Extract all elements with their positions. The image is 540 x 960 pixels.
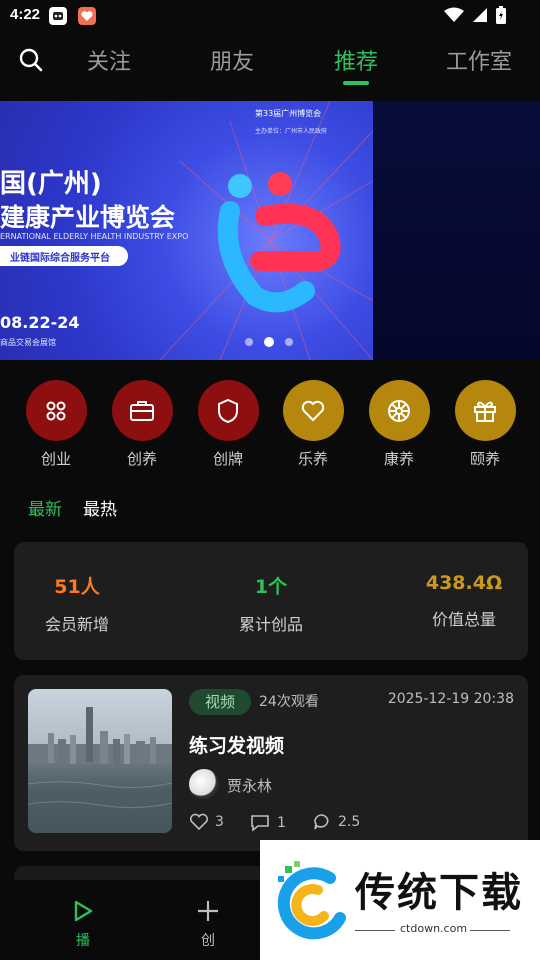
watermark-text: 传统下载 (355, 870, 523, 916)
category-label: 乐养 (297, 450, 328, 468)
heart-icon (301, 400, 325, 421)
banner-dot[interactable] (285, 338, 293, 346)
banner-headline-1: 国(广州) (0, 169, 102, 199)
tab-latest[interactable]: 最新 (28, 495, 62, 520)
video-title[interactable]: 练习发视频 (189, 731, 284, 758)
category-icon-bg (111, 380, 173, 441)
watermark-divider (470, 930, 510, 931)
category-label: 颐养 (469, 450, 500, 468)
comment-button[interactable]: 1 (249, 813, 286, 833)
bottom-nav-create[interactable]: 创 (188, 898, 228, 950)
watermark-url: ctdown.com (400, 922, 468, 935)
health-app-icon (78, 7, 96, 25)
flower-icon (388, 399, 410, 422)
active-tab-indicator (343, 81, 369, 85)
category-chuangye[interactable]: 创业 (25, 380, 87, 469)
like-button[interactable]: 3 (189, 813, 224, 831)
search-icon (19, 48, 43, 72)
category-icon-bg (454, 380, 516, 441)
city-skyline-image (28, 707, 172, 833)
tab-follow[interactable]: 关注 (87, 44, 131, 76)
battery-icon (496, 6, 506, 24)
share-count: 2.5 (338, 814, 361, 830)
search-button[interactable] (17, 46, 45, 74)
post-date: 2025-12-19 20:38 (387, 691, 514, 707)
wifi-icon (444, 7, 464, 22)
banner-sub-badge: 主办单位：广州市人民政府 (255, 128, 328, 135)
banner-badge: 第33届广州博览会 (255, 109, 322, 118)
bottom-nav-play[interactable]: 播 (63, 898, 103, 950)
status-time: 4:22 (10, 6, 41, 23)
view-count: 24次观看 (259, 694, 319, 710)
stat-total-products: 1个 累计创品 (201, 572, 341, 635)
status-indicators (444, 6, 506, 24)
stat-value: 1个 (254, 576, 288, 598)
banner-next-slide[interactable] (373, 101, 540, 360)
bottom-nav-label: 播 (76, 933, 90, 949)
watermark-logo-icon (277, 861, 346, 940)
category-icon-bg (368, 380, 430, 441)
banner-pill: 业链国际综合服务平台 (0, 246, 128, 266)
tab-hottest[interactable]: 最热 (83, 495, 117, 520)
comment-count: 1 (277, 815, 286, 831)
shield-icon (218, 398, 238, 423)
category-chuangyang[interactable]: 创养 (111, 380, 173, 469)
video-tag: 视频 (189, 689, 251, 715)
plus-icon (198, 901, 218, 921)
category-icon-bg (282, 380, 344, 441)
category-label: 康养 (383, 450, 414, 468)
comment-icon (251, 815, 269, 832)
signal-icon (473, 8, 487, 22)
tab-recommend[interactable]: 推荐 (334, 44, 378, 76)
play-icon (74, 900, 93, 922)
category-label: 创养 (126, 450, 157, 468)
promo-banner[interactable]: 第33届广州博览会 主办单位：广州市人民政府 国(广州) 建康产业博览会 ERN… (0, 101, 373, 360)
status-bar: 4:22 (0, 0, 540, 32)
stat-value: 51人 (54, 576, 100, 598)
stat-value: 438.4Ω (425, 572, 503, 594)
category-yiyang[interactable]: 颐养 (454, 380, 516, 469)
banner-date: 08.22-24 (0, 313, 80, 332)
stat-new-members: 51人 会员新增 (7, 572, 147, 635)
banner-pill-text: 业链国际综合服务平台 (10, 253, 110, 264)
app-notification-icon (49, 7, 67, 25)
stats-card: 51人 会员新增 1个 累计创品 438.4Ω 价值总量 (14, 542, 528, 660)
grid-icon (46, 401, 66, 420)
top-nav: 关注 朋友 推荐 工作室 (0, 38, 540, 88)
category-icon-bg (197, 380, 259, 441)
video-card[interactable]: 视频 24次观看 2025-12-19 20:38 练习发视频 贾永林 3 1 … (14, 675, 528, 851)
category-icon-bg (25, 380, 87, 441)
share-button[interactable]: 2.5 (312, 813, 360, 831)
heart-icon (189, 813, 209, 831)
stat-label: 价值总量 (431, 610, 496, 629)
video-thumbnail[interactable] (28, 689, 172, 833)
watermark: 传统下载 ctdown.com (260, 840, 540, 960)
stat-total-value: 438.4Ω 价值总量 (394, 572, 534, 630)
bottom-nav-label: 创 (201, 933, 215, 949)
gift-icon (474, 401, 496, 422)
tab-friends[interactable]: 朋友 (210, 44, 254, 76)
watermark-divider (355, 930, 395, 931)
banner-pagination (245, 337, 293, 347)
category-label: 创牌 (212, 450, 243, 468)
tab-studio[interactable]: 工作室 (446, 44, 512, 76)
category-label: 创业 (40, 450, 71, 468)
author-name[interactable]: 贾永林 (227, 775, 272, 796)
category-chuangpai[interactable]: 创牌 (197, 380, 259, 469)
category-kangyang[interactable]: 康养 (368, 380, 430, 469)
banner-headline-2: 建康产业博览会 (0, 203, 176, 232)
briefcase-icon (130, 400, 154, 421)
chat-bubble-icon (314, 814, 329, 830)
stat-label: 累计创品 (238, 615, 303, 634)
like-count: 3 (215, 814, 224, 830)
banner-venue: 商品交易会展馆 (0, 338, 56, 347)
expo-logo-icon (217, 172, 341, 313)
banner-dot-active[interactable] (264, 337, 274, 347)
banner-headline-en: ERNATIONAL ELDERLY HEALTH INDUSTRY EXPO (0, 232, 189, 241)
banner-dot[interactable] (245, 338, 253, 346)
stat-label: 会员新增 (44, 615, 109, 634)
category-leyang[interactable]: 乐养 (282, 380, 344, 469)
avatar[interactable] (189, 769, 219, 799)
